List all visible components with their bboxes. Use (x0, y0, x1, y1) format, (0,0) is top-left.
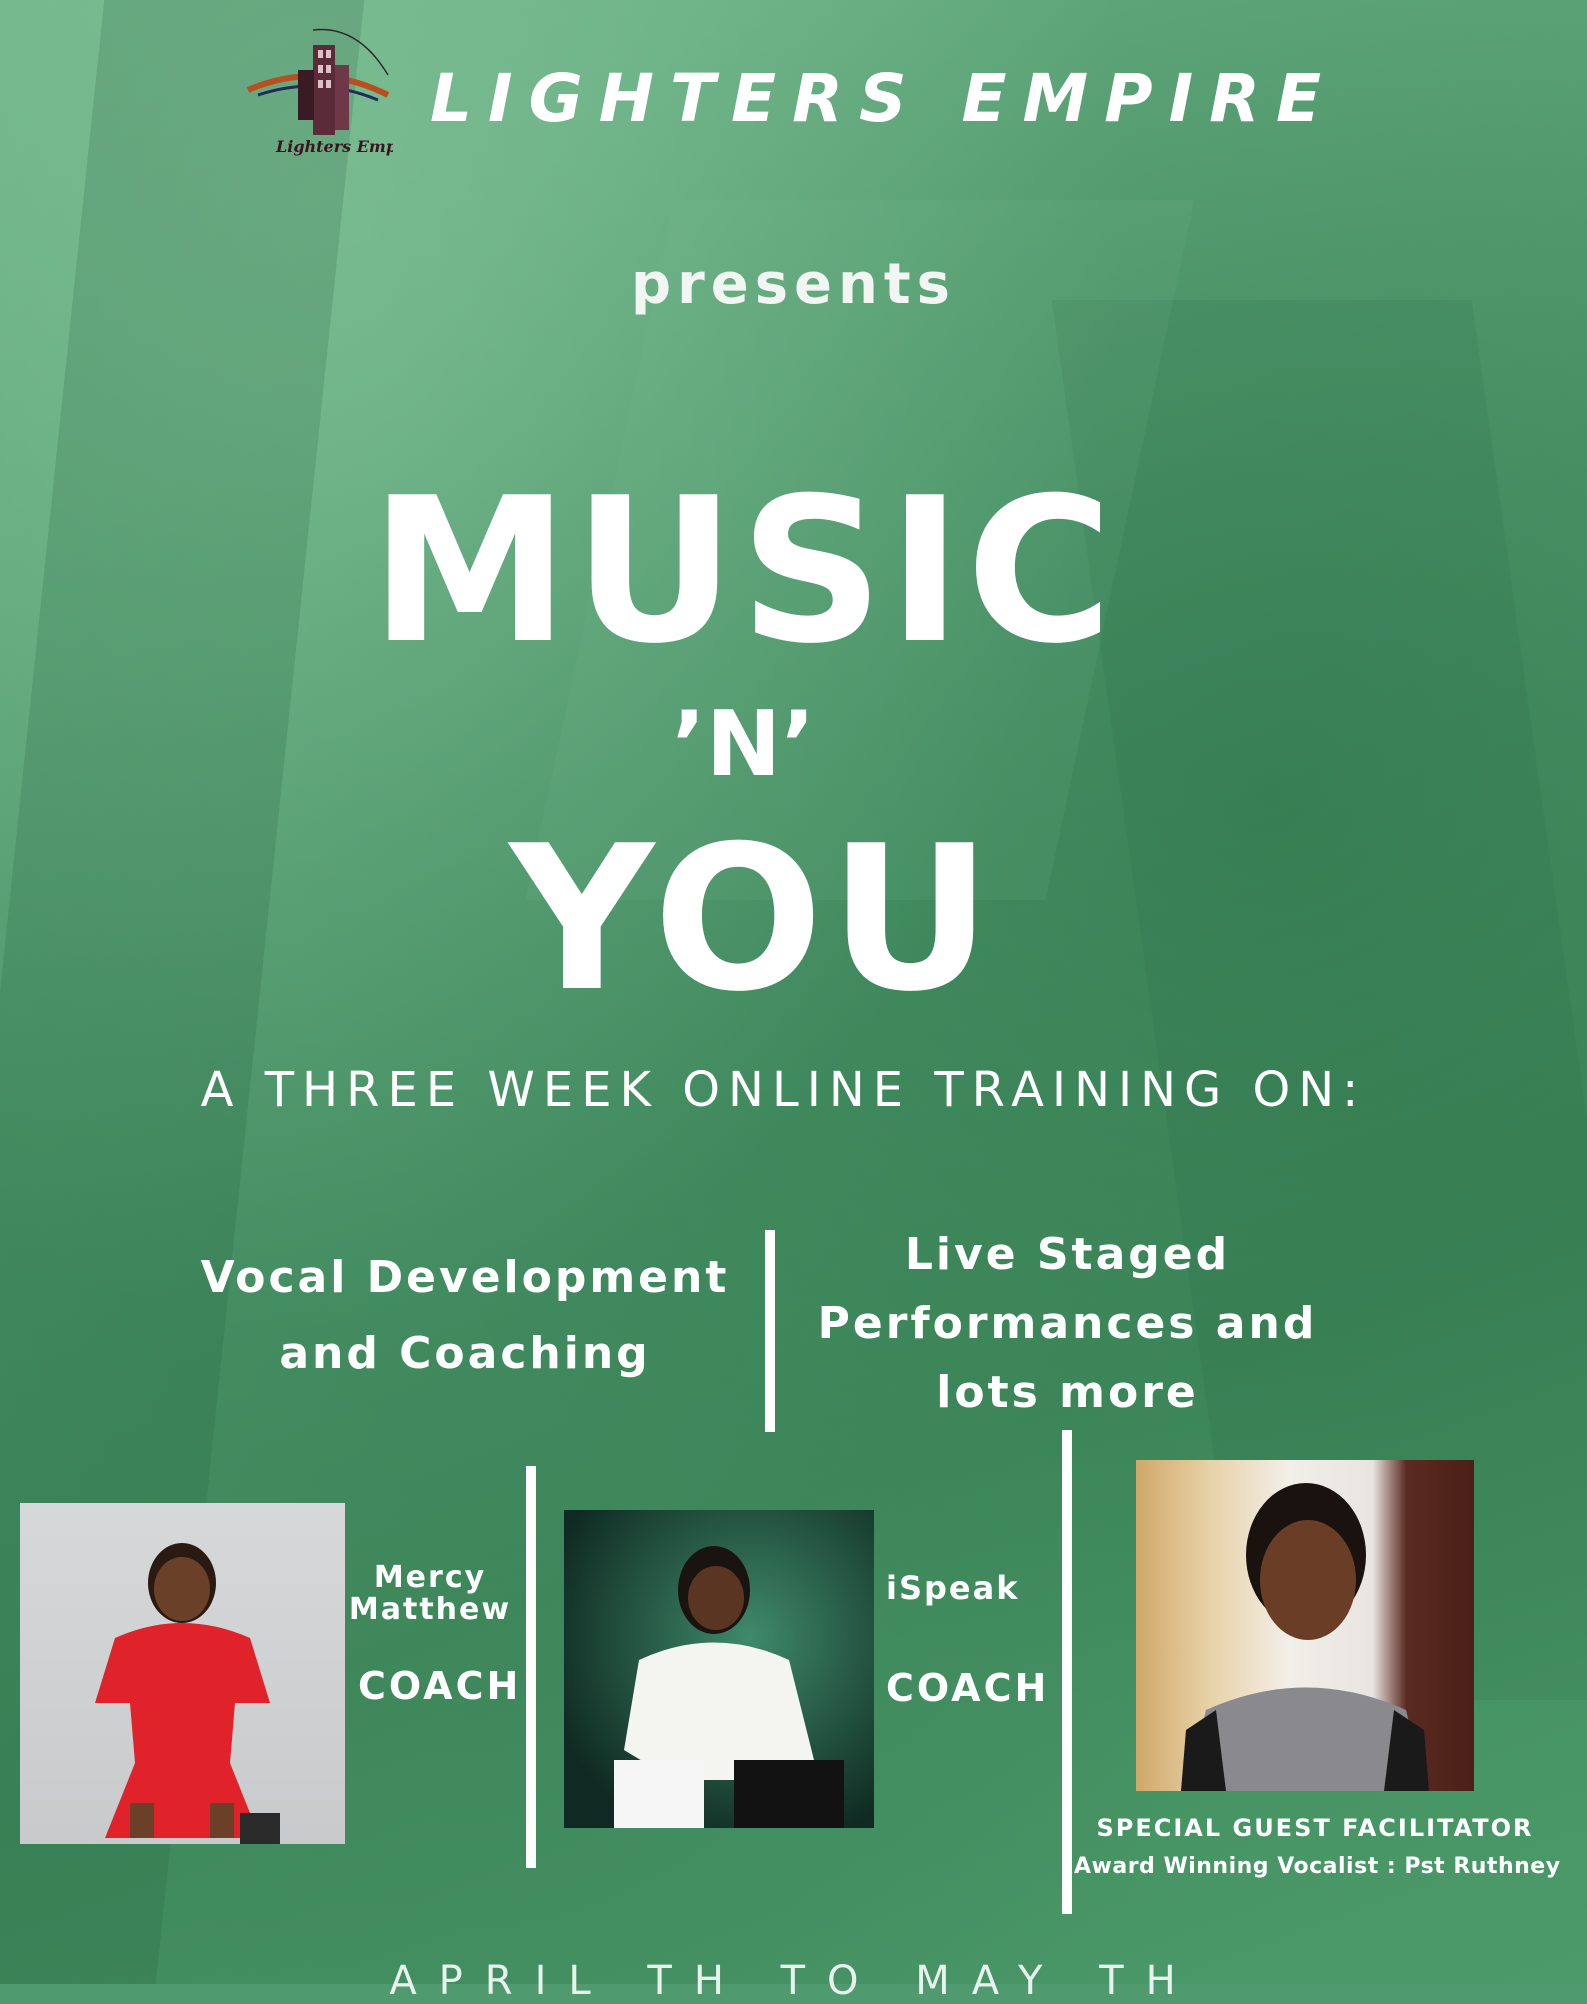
guest-description: Award Winning Vocalist : Pst Ruthney (1074, 1854, 1561, 1879)
coach-name-mercy: Mercy Matthew (340, 1562, 520, 1626)
presents-label: presents (631, 252, 956, 317)
coach-role-ispeak: COACH (886, 1666, 1050, 1710)
coach-photo-mercy (20, 1503, 345, 1844)
coach-divider-2 (1062, 1430, 1072, 1914)
topic-vocal-line2: and Coaching (279, 1328, 651, 1379)
event-subtitle: A THREE WEEK ONLINE TRAINING ON: (200, 1062, 1367, 1118)
topic-performance-line2: Performances and (817, 1298, 1318, 1349)
topic-vocal-line1: Vocal Development (200, 1252, 730, 1303)
coach-name-mercy-line1: Mercy (373, 1560, 487, 1595)
topic-performance-line3: lots more (936, 1367, 1199, 1418)
guest-title: SPECIAL GUEST FACILITATOR (1096, 1814, 1534, 1842)
coach-role-mercy: COACH (358, 1664, 522, 1708)
topic-performance-line1: Live Staged (904, 1229, 1231, 1280)
topics-divider (765, 1230, 775, 1432)
coach-divider-1 (526, 1466, 536, 1868)
event-title-line1: MUSIC (370, 455, 1117, 688)
guest-photo (1136, 1460, 1474, 1791)
coach-name-ispeak: iSpeak (886, 1569, 1020, 1607)
topic-performance: Live Staged Performances and lots more (805, 1220, 1330, 1427)
brand-title: LIGHTERS EMPIRE (430, 60, 1338, 137)
coach-name-mercy-line2: Matthew (348, 1592, 512, 1627)
event-title-line2: ’N’ (671, 692, 816, 797)
logo-wordmark: Lighters Empire (275, 137, 393, 156)
coach-photo-ispeak (564, 1510, 874, 1828)
topic-vocal: Vocal Development and Coaching (185, 1240, 745, 1392)
brand-logo: Lighters Empire (238, 20, 422, 160)
event-title-line3: YOU (509, 803, 998, 1036)
event-date-partial: APRIL TH TO MAY TH (389, 1958, 1198, 2004)
